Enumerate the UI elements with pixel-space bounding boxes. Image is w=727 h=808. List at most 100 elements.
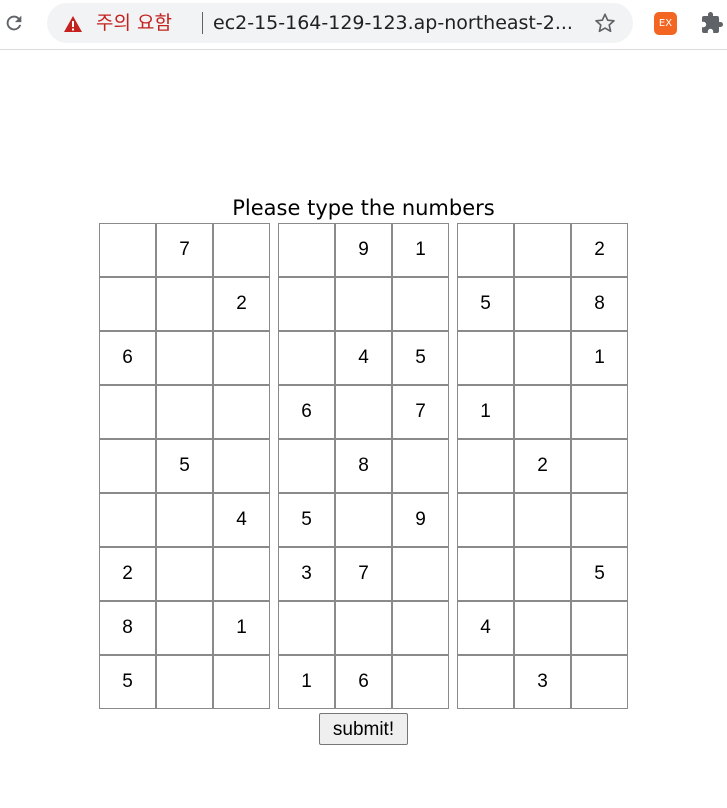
sudoku-cell[interactable] — [571, 655, 628, 709]
sudoku-cell[interactable] — [156, 493, 213, 547]
sudoku-cell[interactable] — [392, 601, 449, 655]
sudoku-cell[interactable]: 5 — [99, 655, 156, 709]
reload-icon[interactable] — [3, 12, 25, 34]
extension-ex-icon[interactable]: EX — [654, 12, 677, 35]
sudoku-cell[interactable] — [392, 277, 449, 331]
sudoku-cell[interactable] — [457, 493, 514, 547]
sudoku-cell[interactable] — [278, 601, 335, 655]
sudoku-cell[interactable] — [156, 601, 213, 655]
sudoku-cell[interactable] — [213, 655, 270, 709]
sudoku-cell[interactable]: 8 — [99, 601, 156, 655]
sudoku-cell[interactable]: 7 — [156, 223, 213, 277]
sudoku-cell[interactable] — [514, 601, 571, 655]
sudoku-cell[interactable] — [457, 331, 514, 385]
sudoku-cell[interactable]: 1 — [457, 385, 514, 439]
sudoku-cell[interactable] — [571, 439, 628, 493]
sudoku-cell[interactable] — [335, 277, 392, 331]
submit-button[interactable]: submit! — [319, 713, 408, 745]
sudoku-cell[interactable]: 8 — [335, 439, 392, 493]
sudoku-cell[interactable] — [278, 223, 335, 277]
sudoku-box: 3716 — [278, 547, 449, 709]
sudoku-cell[interactable]: 3 — [514, 655, 571, 709]
sudoku-cell[interactable] — [514, 223, 571, 277]
sudoku-cell[interactable]: 4 — [213, 493, 270, 547]
sudoku-cell[interactable] — [514, 493, 571, 547]
sudoku-cell[interactable] — [571, 385, 628, 439]
sudoku-cell[interactable]: 8 — [571, 277, 628, 331]
sudoku-cell[interactable] — [392, 655, 449, 709]
sudoku-cell[interactable] — [156, 385, 213, 439]
security-warning-label[interactable]: 주의 요함 — [96, 10, 172, 36]
sudoku-cell[interactable]: 5 — [457, 277, 514, 331]
sudoku-cell[interactable] — [392, 439, 449, 493]
sudoku-cell[interactable] — [213, 331, 270, 385]
sudoku-cell[interactable] — [213, 439, 270, 493]
page-title: Please type the numbers — [232, 196, 495, 220]
sudoku-cell[interactable]: 7 — [392, 385, 449, 439]
sudoku-cell[interactable] — [571, 601, 628, 655]
sudoku-cell[interactable] — [392, 547, 449, 601]
sudoku-cell[interactable]: 5 — [571, 547, 628, 601]
sudoku-cell[interactable] — [514, 547, 571, 601]
sudoku-cell[interactable] — [457, 655, 514, 709]
sudoku-cell[interactable] — [99, 439, 156, 493]
sudoku-cell[interactable]: 5 — [392, 331, 449, 385]
sudoku-cell[interactable]: 9 — [335, 223, 392, 277]
sudoku-cell[interactable] — [457, 223, 514, 277]
sudoku-cell[interactable]: 5 — [278, 493, 335, 547]
sudoku-cell[interactable]: 4 — [335, 331, 392, 385]
sudoku-cell[interactable] — [457, 547, 514, 601]
sudoku-cell[interactable] — [156, 655, 213, 709]
sudoku-cell[interactable] — [571, 493, 628, 547]
sudoku-cell[interactable] — [213, 547, 270, 601]
address-bar[interactable]: 주의 요함 ec2-15-164-129-123.ap-northeast-2.… — [47, 3, 633, 43]
sudoku-cell[interactable]: 2 — [99, 547, 156, 601]
sudoku-cell[interactable] — [514, 331, 571, 385]
browser-toolbar: 주의 요함 ec2-15-164-129-123.ap-northeast-2.… — [0, 0, 727, 50]
sudoku-cell[interactable]: 6 — [335, 655, 392, 709]
sudoku-cell[interactable] — [335, 601, 392, 655]
sudoku-cell[interactable]: 2 — [213, 277, 270, 331]
sudoku-cell[interactable] — [278, 439, 335, 493]
sudoku-board: 7269145258154678591228153716543 — [99, 223, 629, 709]
sudoku-cell[interactable] — [335, 493, 392, 547]
warning-icon — [64, 16, 82, 32]
sudoku-cell[interactable]: 9 — [392, 493, 449, 547]
sudoku-box: 5 43 — [457, 547, 628, 709]
sudoku-cell[interactable] — [514, 277, 571, 331]
extensions-puzzle-icon[interactable] — [700, 11, 724, 35]
sudoku-cell[interactable]: 4 — [457, 601, 514, 655]
sudoku-cell[interactable] — [99, 223, 156, 277]
sudoku-cell[interactable] — [99, 277, 156, 331]
sudoku-cell[interactable] — [278, 331, 335, 385]
sudoku-cell[interactable] — [213, 223, 270, 277]
sudoku-cell[interactable]: 2 — [514, 439, 571, 493]
sudoku-cell[interactable]: 7 — [335, 547, 392, 601]
sudoku-box: 12 — [457, 385, 628, 547]
sudoku-cell[interactable] — [156, 277, 213, 331]
sudoku-box: 28 1 5 — [99, 547, 270, 709]
sudoku-cell[interactable] — [335, 385, 392, 439]
url-text[interactable]: ec2-15-164-129-123.ap-northeast-2... — [213, 10, 573, 36]
sudoku-cell[interactable]: 1 — [278, 655, 335, 709]
sudoku-box: 54 — [99, 385, 270, 547]
sudoku-cell[interactable]: 1 — [213, 601, 270, 655]
sudoku-cell[interactable] — [457, 439, 514, 493]
sudoku-cell[interactable]: 1 — [392, 223, 449, 277]
sudoku-cell[interactable] — [99, 385, 156, 439]
sudoku-cell[interactable]: 3 — [278, 547, 335, 601]
sudoku-cell[interactable] — [514, 385, 571, 439]
sudoku-cell[interactable]: 6 — [278, 385, 335, 439]
sudoku-cell[interactable]: 5 — [156, 439, 213, 493]
sudoku-box: 9145 — [278, 223, 449, 385]
sudoku-cell[interactable] — [99, 493, 156, 547]
sudoku-cell[interactable] — [156, 547, 213, 601]
sudoku-cell[interactable] — [156, 331, 213, 385]
sudoku-cell[interactable]: 2 — [571, 223, 628, 277]
sudoku-cell[interactable] — [278, 277, 335, 331]
sudoku-box: 6 785 9 — [278, 385, 449, 547]
bookmark-star-icon[interactable] — [594, 12, 616, 34]
sudoku-cell[interactable]: 6 — [99, 331, 156, 385]
sudoku-cell[interactable]: 1 — [571, 331, 628, 385]
sudoku-cell[interactable] — [213, 385, 270, 439]
